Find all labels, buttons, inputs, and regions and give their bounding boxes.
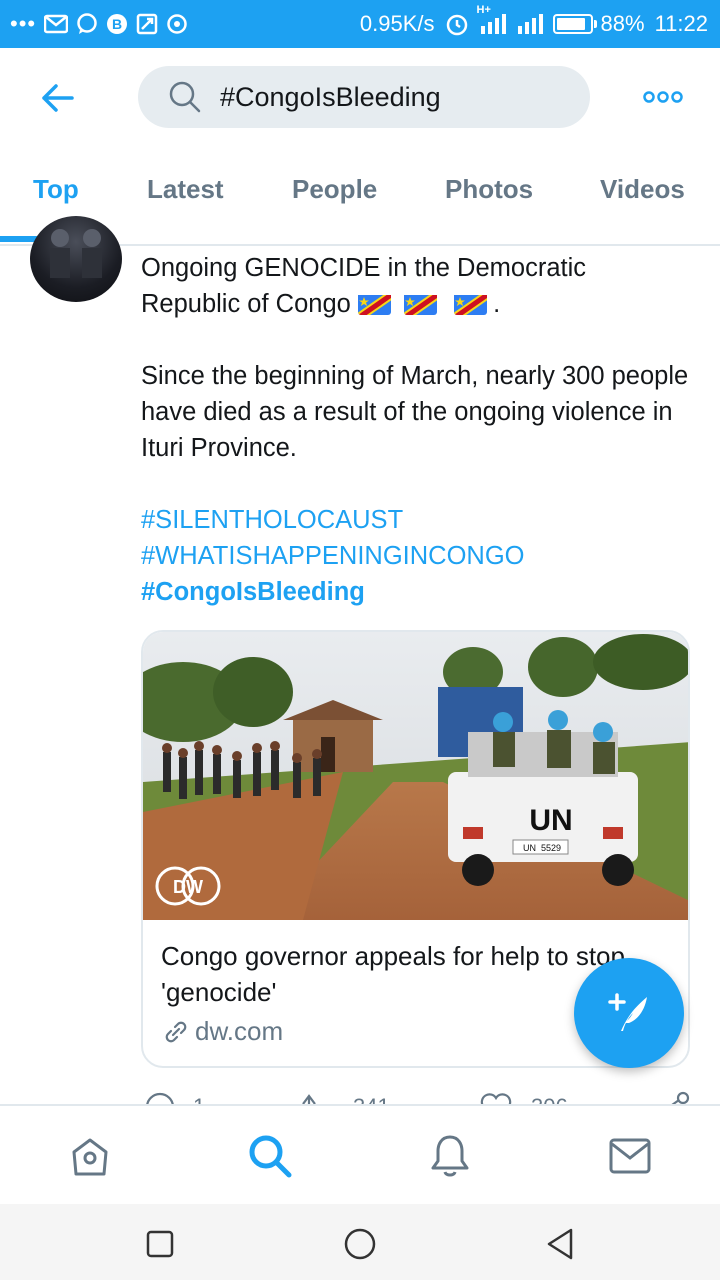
svg-text:DW: DW [173,877,203,897]
battery-icon [552,14,597,34]
tweet-text: Ongoing GENOCIDE in the Democratic Repub… [141,250,691,610]
search-box[interactable] [138,66,590,128]
gmail-icon [44,14,69,34]
like-count: 306 [531,1094,568,1104]
drc-flag-icon [403,292,437,315]
card-domain: dw.com [163,1016,283,1047]
retweet-icon[interactable] [299,1090,333,1104]
screen-cast-icon [136,13,158,35]
tweet-line-2: Republic of Congo . [141,286,691,322]
search-input[interactable] [220,81,580,113]
tab-latest[interactable]: Latest [147,174,224,205]
bell-icon [431,1135,469,1177]
chat-icon [76,13,98,35]
bottom-navigation [0,1104,720,1204]
signal-h-plus-icon: H+ [477,4,507,36]
like-icon[interactable] [479,1090,513,1104]
circle-icon [344,1228,376,1260]
back-button[interactable] [36,76,80,120]
share-icon[interactable] [659,1090,691,1104]
mail-icon [609,1138,651,1174]
bitcoin-icon: B [106,13,128,35]
back-system-button[interactable] [540,1224,580,1264]
link-icon [165,1021,187,1042]
tweet-line-2-end: . [493,290,501,318]
more-options-button[interactable] [638,82,688,112]
card-domain-text: dw.com [195,1016,284,1046]
tab-top[interactable]: Top [33,174,79,205]
tweet-line-1: Ongoing GENOCIDE in the Democratic [141,254,587,282]
nav-home-button[interactable] [66,1132,114,1180]
tab-photos[interactable]: Photos [445,174,533,205]
tweet-actions: 1 341 306 [141,1090,691,1104]
network-badge: H+ [476,4,491,16]
sync-icon [166,13,188,35]
compose-icon [608,993,647,1031]
reply-icon[interactable] [143,1090,177,1104]
nav-notifications-button[interactable] [426,1132,474,1180]
signal-icon [517,12,543,36]
retweet-count: 341 [353,1094,390,1104]
search-header [0,48,720,146]
back-arrow-icon [42,84,74,112]
tweet-line-2-text: Republic of Congo [141,290,358,318]
compose-tweet-button[interactable] [574,958,684,1068]
search-icon [169,81,201,113]
avatar[interactable] [30,216,122,302]
hashtag-link[interactable]: #CongoIsBleeding [141,574,691,610]
hashtag-link[interactable]: #SILENTHOLOCAUST [141,502,691,538]
home-system-button[interactable] [340,1224,380,1264]
plate-label: UN [523,843,536,853]
triangle-back-icon [547,1228,573,1260]
un-truck-label: UN [529,804,572,837]
tweet-paragraph-2: Since the beginning of March, nearly 300… [141,362,689,462]
plate-number: 5529 [541,843,561,853]
drc-flag-icon [454,292,488,315]
tab-videos[interactable]: Videos [600,174,685,205]
drc-flag-icon [357,292,391,315]
clock: 11:22 [654,11,708,36]
status-bar-right: 0.95K/s H+ 88% 11:22 [359,4,708,37]
nav-messages-button[interactable] [606,1132,654,1180]
system-navigation-bar [0,1204,720,1280]
square-icon [146,1230,174,1258]
status-bar-left: ••• B [10,11,188,37]
hashtag-link[interactable]: #WHATISHAPPENINGINCONGO [141,538,691,574]
battery-percent: 88% [600,11,645,36]
alarm-icon [445,12,469,36]
home-icon [72,1138,108,1176]
more-icon [643,91,683,103]
reply-count: 1 [193,1094,205,1104]
recent-apps-button[interactable] [140,1224,180,1264]
nav-search-button[interactable] [246,1132,294,1180]
tab-people[interactable]: People [292,174,377,205]
status-bar: ••• B 0.95K/s H+ 88% 11:22 [0,0,720,48]
search-icon [249,1135,292,1178]
network-speed: 0.95K/s [359,11,435,36]
article-photo: UN UN 5529 DW [143,632,688,920]
svg-text:B: B [112,16,122,32]
more-notifications-icon: ••• [10,11,37,36]
